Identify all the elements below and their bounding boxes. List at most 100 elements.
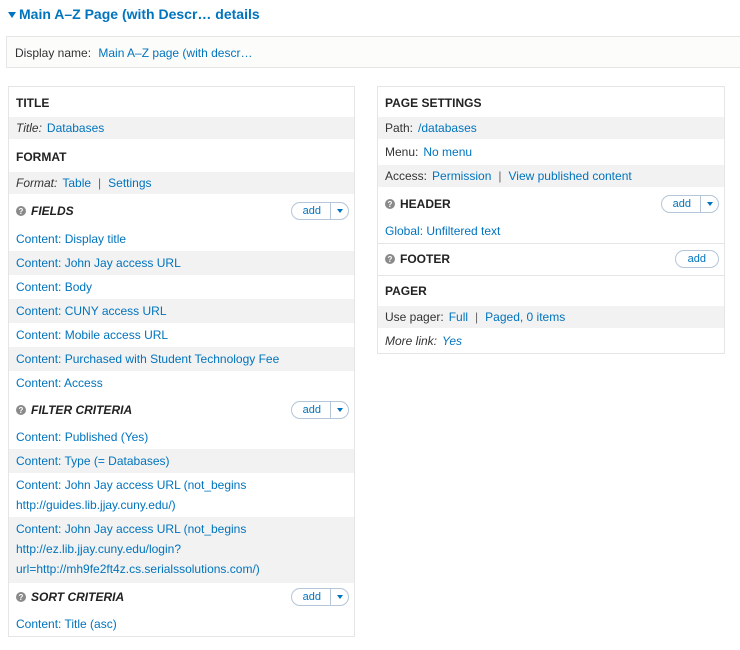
filter-item-label[interactable]: Content: Published (Yes)	[16, 430, 148, 444]
filter-add-caret[interactable]	[331, 402, 348, 418]
sort-heading-row: ? SORT CRITERIA add	[9, 585, 354, 609]
access-permission-link[interactable]: Permission	[432, 169, 491, 183]
pager-full-link[interactable]: Full	[449, 310, 468, 324]
field-item[interactable]: Content: Purchased with Student Technolo…	[9, 347, 354, 371]
path-row: Path: /databases	[378, 117, 724, 139]
header-add-button[interactable]: add	[662, 196, 701, 212]
field-item-label[interactable]: Content: CUNY access URL	[16, 304, 167, 318]
header-add-dropdown[interactable]: add	[660, 195, 719, 213]
filter-item-label[interactable]: Content: John Jay access URL (not_begins…	[16, 519, 260, 579]
help-icon[interactable]: ?	[385, 254, 395, 264]
sort-add-button[interactable]: add	[292, 589, 331, 605]
field-item-label[interactable]: Content: Display title	[16, 232, 126, 246]
filter-item-line: Content: John Jay access URL (not_begins	[16, 522, 247, 536]
display-details-toggle[interactable]: Main A–Z Page (with Descr… details	[8, 6, 260, 22]
filter-add-button[interactable]: add	[292, 402, 331, 418]
format-section-heading: FORMAT	[9, 148, 354, 166]
left-column: TITLE Title: Databases FORMAT Format: Ta…	[8, 86, 355, 637]
menu-label: Menu:	[385, 145, 419, 159]
filter-item[interactable]: Content: Published (Yes)	[9, 425, 354, 449]
sort-add-caret[interactable]	[331, 589, 348, 605]
filter-item[interactable]: Content: Type (= Databases)	[9, 449, 354, 473]
menu-row: Menu: No menu	[378, 141, 724, 163]
pager-items-link[interactable]: Paged, 0 items	[485, 310, 565, 324]
help-icon[interactable]: ?	[16, 206, 26, 216]
more-link-value[interactable]: Yes	[442, 334, 462, 348]
fields-add-button[interactable]: add	[292, 203, 331, 219]
fields-heading-row: ? FIELDS add	[9, 200, 354, 222]
filter-item[interactable]: Content: John Jay access URL (not_begins…	[9, 473, 354, 517]
chevron-down-icon	[336, 408, 343, 412]
header-item-label[interactable]: Global: Unfiltered text	[385, 224, 500, 238]
access-label: Access:	[385, 169, 428, 183]
format-settings-link[interactable]: Settings	[108, 176, 151, 190]
chevron-down-icon	[336, 209, 343, 213]
filter-item-label[interactable]: Content: Type (= Databases)	[16, 454, 170, 468]
format-table-link[interactable]: Table	[62, 176, 91, 190]
collapse-triangle-icon	[8, 11, 16, 18]
footer-add-button[interactable]: add	[674, 250, 719, 268]
chevron-down-icon	[706, 202, 713, 206]
header-add-caret[interactable]	[701, 196, 718, 212]
menu-link[interactable]: No menu	[423, 145, 472, 159]
field-item[interactable]: Content: Mobile access URL	[9, 323, 354, 347]
field-item-label[interactable]: Content: Body	[16, 280, 92, 294]
fields-add-caret[interactable]	[331, 203, 348, 219]
field-item[interactable]: Content: John Jay access URL	[9, 251, 354, 275]
page-settings-heading: PAGE SETTINGS	[385, 96, 482, 110]
help-icon[interactable]: ?	[16, 405, 26, 415]
page-title: Main A–Z Page (with Descr… details	[19, 6, 260, 22]
field-item-label[interactable]: Content: Purchased with Student Technolo…	[16, 352, 279, 366]
fields-add-dropdown[interactable]: add	[290, 202, 349, 220]
format-label: Format:	[16, 176, 58, 190]
pager-heading-row: PAGER	[378, 282, 724, 300]
help-icon[interactable]: ?	[16, 592, 26, 602]
pager-heading: PAGER	[385, 284, 427, 298]
title-value-link[interactable]: Databases	[47, 121, 104, 135]
fields-heading: FIELDS	[31, 204, 74, 218]
title-row: Title: Databases	[9, 117, 354, 139]
display-name-label: Display name:	[15, 46, 92, 60]
sort-item-label[interactable]: Content: Title (asc)	[16, 617, 117, 631]
filter-item-line: url=http://mh9fe2ft4z.cs.serialssolution…	[16, 562, 260, 576]
field-item[interactable]: Content: Access	[9, 371, 354, 395]
header-heading-row: ? HEADER add	[378, 191, 724, 217]
display-name-bar: Display name: Main A–Z page (with descr…	[6, 36, 740, 68]
more-link-row: More link: Yes	[378, 330, 724, 352]
access-row: Access: Permission | View published cont…	[378, 165, 724, 187]
filter-add-dropdown[interactable]: add	[290, 401, 349, 419]
more-link-label: More link:	[385, 334, 438, 348]
footer-heading-row: ? FOOTER add	[378, 246, 724, 272]
access-view-link[interactable]: View published content	[509, 169, 632, 183]
page-settings-heading-row: PAGE SETTINGS	[378, 94, 724, 112]
pager-separator: |	[475, 310, 479, 324]
field-item-label[interactable]: Content: Mobile access URL	[16, 328, 168, 342]
field-item[interactable]: Content: Display title	[9, 227, 354, 251]
filter-item-label[interactable]: Content: John Jay access URL (not_begins…	[16, 475, 246, 515]
filter-item-line: Content: John Jay access URL (not_begins	[16, 478, 247, 492]
divider	[378, 275, 724, 276]
use-pager-row: Use pager: Full | Paged, 0 items	[378, 306, 724, 328]
format-heading: FORMAT	[16, 150, 67, 164]
filter-heading-row: ? FILTER CRITERIA add	[9, 398, 354, 422]
filter-heading: FILTER CRITERIA	[31, 403, 133, 417]
field-item-label[interactable]: Content: John Jay access URL	[16, 256, 181, 270]
title-label: Title:	[16, 121, 42, 135]
title-section-heading: TITLE	[9, 94, 354, 112]
header-item[interactable]: Global: Unfiltered text	[378, 219, 724, 243]
path-label: Path:	[385, 121, 414, 135]
path-link[interactable]: /databases	[418, 121, 477, 135]
format-row: Format: Table | Settings	[9, 172, 354, 194]
display-name-link[interactable]: Main A–Z page (with descr…	[98, 46, 252, 60]
field-item[interactable]: Content: CUNY access URL	[9, 299, 354, 323]
divider	[378, 243, 724, 244]
sort-add-dropdown[interactable]: add	[290, 588, 349, 606]
use-pager-label: Use pager:	[385, 310, 444, 324]
filter-item[interactable]: Content: John Jay access URL (not_begins…	[9, 517, 354, 583]
field-item-label[interactable]: Content: Access	[16, 376, 103, 390]
help-icon[interactable]: ?	[385, 199, 395, 209]
sort-item[interactable]: Content: Title (asc)	[9, 612, 354, 636]
sort-heading: SORT CRITERIA	[31, 590, 125, 604]
field-item[interactable]: Content: Body	[9, 275, 354, 299]
access-separator: |	[498, 169, 502, 183]
